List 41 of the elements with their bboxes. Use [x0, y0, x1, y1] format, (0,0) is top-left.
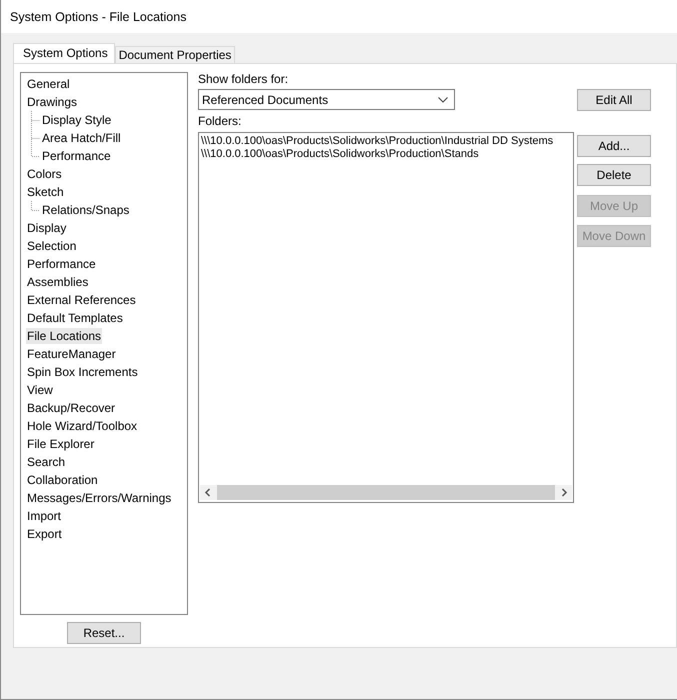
tree-item[interactable]: View [26, 382, 54, 398]
tree-item[interactable]: Search [26, 454, 66, 470]
tree-item[interactable]: Display [26, 220, 68, 236]
tree-item[interactable]: File Explorer [26, 436, 96, 452]
tree-item[interactable]: Relations/Snaps [41, 202, 130, 218]
tree-item[interactable]: Import [26, 508, 62, 524]
tree-item[interactable]: Default Templates [26, 310, 124, 326]
chevron-down-icon [438, 96, 448, 102]
side-button[interactable]: Delete [577, 164, 651, 186]
tree-item[interactable]: Colors [26, 166, 63, 182]
tree-item[interactable]: Selection [26, 238, 78, 254]
tree-item[interactable]: Performance [26, 256, 97, 272]
tree-item[interactable]: Drawings [26, 94, 78, 110]
tree-item[interactable]: Export [26, 526, 63, 542]
show-folders-dropdown[interactable]: Referenced Documents [198, 89, 455, 110]
tree-item[interactable]: File Locations [26, 328, 102, 344]
reset-button[interactable]: Reset... [67, 622, 141, 644]
tree-connector-icon [31, 111, 40, 129]
tree-item[interactable]: Messages/Errors/Warnings [26, 490, 172, 506]
tree-item[interactable]: Collaboration [26, 472, 99, 488]
tab[interactable]: Document Properties [114, 46, 236, 63]
tree-item[interactable]: Spin Box Increments [26, 364, 139, 380]
show-folders-label: Show folders for: [198, 72, 290, 86]
tree-item[interactable]: Performance [41, 148, 112, 164]
folders-label: Folders: [198, 114, 242, 128]
tree-item[interactable]: Hole Wizard/Toolbox [26, 418, 138, 434]
tree-connector-icon [31, 201, 40, 211]
tree-item[interactable]: Backup/Recover [26, 400, 116, 416]
tree-item[interactable]: External References [26, 292, 137, 308]
side-button[interactable]: Add... [577, 135, 651, 157]
window-title: System Options - File Locations [10, 10, 186, 24]
tree-item[interactable]: Area Hatch/Fill [41, 130, 122, 146]
tree-item[interactable]: Assemblies [26, 274, 90, 290]
side-button[interactable]: Edit All [577, 89, 651, 111]
tree-item[interactable]: Sketch [26, 184, 65, 200]
tree-item[interactable]: General [26, 76, 71, 92]
tree-item[interactable]: FeatureManager [26, 346, 117, 362]
tab[interactable]: System Options [13, 43, 115, 63]
folder-path[interactable]: \\\10.0.0.100\oas\Products\Solidworks\Production\Stands [201, 148, 479, 161]
folder-path[interactable]: \\\10.0.0.100\oas\Products\Solidworks\Production\Industrial DD Systems [201, 135, 554, 148]
tree-item[interactable]: Display Style [41, 112, 112, 128]
